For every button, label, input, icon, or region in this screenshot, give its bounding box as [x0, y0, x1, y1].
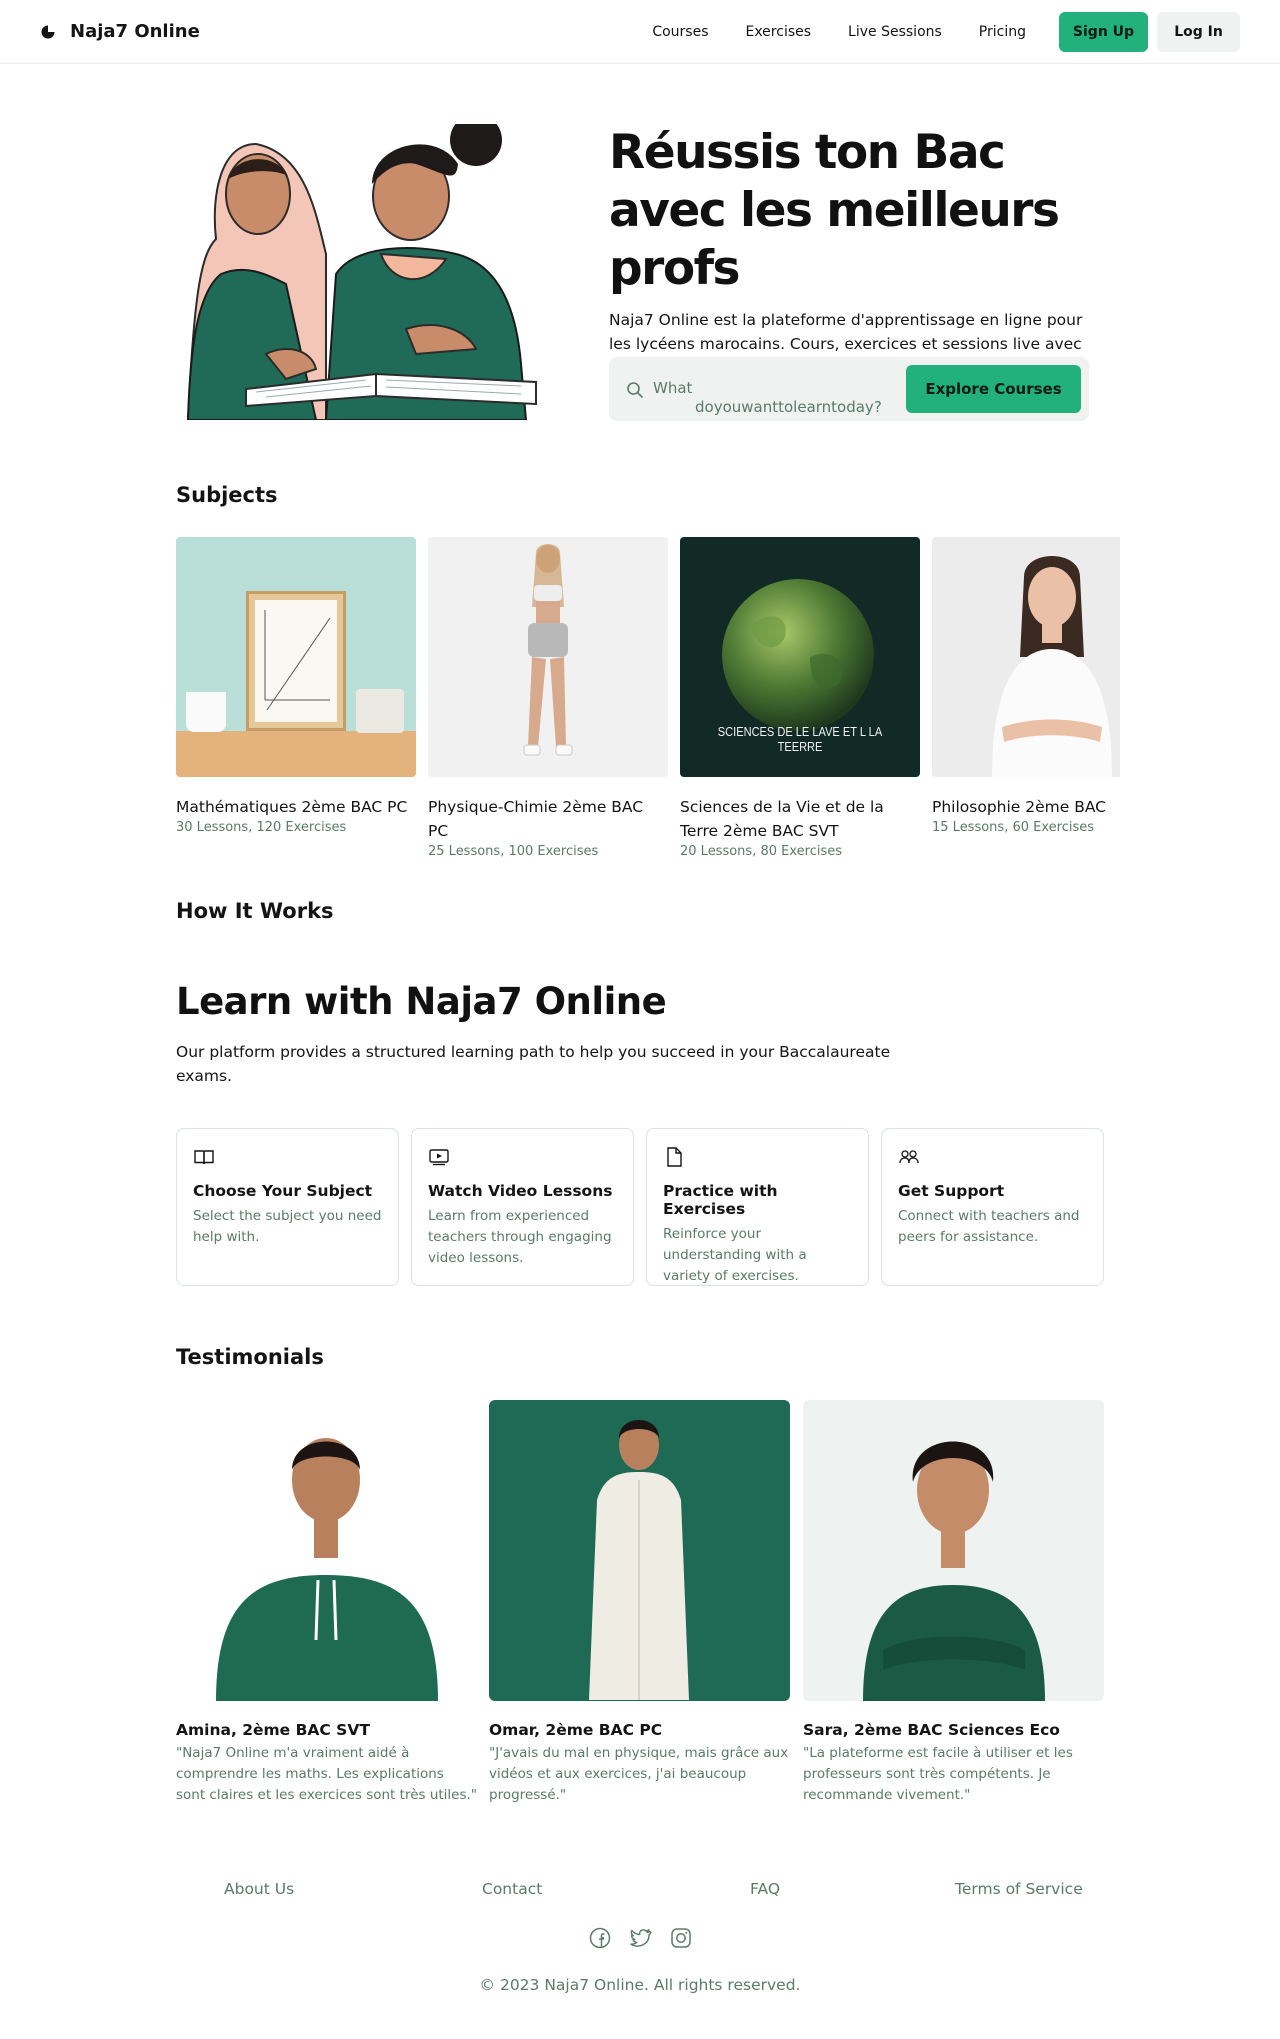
- nav-link-pricing[interactable]: Pricing: [979, 24, 1026, 40]
- subject-image-svt: SCIENCES DE LE LAVE ET L LA TEERRE: [680, 537, 920, 777]
- hero-text: Réussis ton Bac avec les meilleurs profs…: [609, 124, 1109, 380]
- subject-title: Mathématiques 2ème BAC PC: [176, 798, 408, 816]
- step-title: Watch Video Lessons: [428, 1182, 613, 1200]
- how-subtitle: Our platform provides a structured learn…: [176, 1043, 891, 1085]
- subject-image-philosophy: [932, 537, 1120, 777]
- footer-link-terms[interactable]: Terms of Service: [955, 1880, 1083, 1898]
- footer-link-faq[interactable]: FAQ: [750, 1880, 780, 1898]
- students-illustration: [186, 114, 537, 421]
- subject-meta: 25 Lessons, 100 Exercises: [428, 844, 599, 859]
- testimonial-photo: [803, 1400, 1104, 1701]
- testimonials-grid: Amina, 2ème BAC SVT "Naja7 Online m'a vr…: [176, 1400, 1106, 1820]
- search-placeholder-line1: What: [653, 379, 693, 397]
- step-card-video-lessons: Watch Video Lessons Learn from experienc…: [411, 1128, 634, 1286]
- testimonial-name: Amina, 2ème BAC SVT: [176, 1721, 370, 1739]
- top-nav: Naja7 Online Courses Exercises Live Sess…: [0, 0, 1280, 64]
- users-icon: [899, 1150, 919, 1164]
- subject-image-maths: [176, 537, 416, 777]
- brand[interactable]: Naja7 Online: [40, 21, 200, 42]
- subject-card-svt[interactable]: SCIENCES DE LE LAVE ET L LA TEERRE Scien…: [680, 537, 920, 861]
- subject-title: Sciences de la Vie et de la Terre 2ème B…: [680, 798, 884, 840]
- subject-meta: 15 Lessons, 60 Exercises: [932, 820, 1095, 835]
- hero-title: Réussis ton Bac avec les meilleurs profs: [609, 125, 1060, 296]
- subject-title: Physique-Chimie 2ème BAC PC: [428, 798, 644, 840]
- subjects-heading: Subjects: [176, 483, 278, 507]
- subject-meta: 20 Lessons, 80 Exercises: [680, 844, 843, 859]
- subject-card-physics[interactable]: Physique-Chimie 2ème BAC PC 25 Lessons, …: [428, 537, 668, 861]
- step-title: Get Support: [898, 1182, 1005, 1200]
- book-icon: [194, 1150, 214, 1165]
- signup-button[interactable]: Sign Up: [1059, 11, 1148, 52]
- nav-links: Courses Exercises Live Sessions Pricing: [652, 24, 1026, 40]
- testimonial-card-amina: Amina, 2ème BAC SVT "Naja7 Online m'a vr…: [176, 1400, 477, 1806]
- footer-link-about[interactable]: About Us: [224, 1880, 294, 1898]
- subject-title: Philosophie 2ème BAC: [932, 798, 1107, 816]
- document-icon: [667, 1147, 682, 1167]
- footer-links: About Us Contact FAQ Terms of Service: [176, 1880, 1106, 1904]
- copyright: © 2023 Naja7 Online. All rights reserved…: [479, 1976, 801, 1994]
- subjects-carousel: Mathématiques 2ème BAC PC 30 Lessons, 12…: [176, 537, 1120, 867]
- hero-search-bar: What doyouwanttolearntoday? Explore Cour…: [609, 357, 1089, 421]
- footer-link-contact[interactable]: Contact: [482, 1880, 542, 1898]
- how-title: Learn with Naja7 Online: [176, 980, 667, 1023]
- nav-link-exercises[interactable]: Exercises: [745, 24, 811, 40]
- hero-section: Réussis ton Bac avec les meilleurs profs…: [176, 114, 1109, 424]
- social-links: [588, 1926, 693, 1952]
- login-button[interactable]: Log In: [1157, 11, 1240, 52]
- subject-meta: 30 Lessons, 120 Exercises: [176, 820, 347, 835]
- step-desc: Connect with teachers and peers for assi…: [898, 1208, 1080, 1245]
- testimonials-heading: Testimonials: [176, 1345, 324, 1369]
- how-heading: How It Works: [176, 899, 334, 923]
- logo-icon: [41, 25, 55, 38]
- subject-card-maths[interactable]: Mathématiques 2ème BAC PC 30 Lessons, 12…: [176, 537, 416, 837]
- testimonial-card-omar: Omar, 2ème BAC PC "J'avais du mal en phy…: [489, 1400, 790, 1806]
- testimonial-name: Sara, 2ème BAC Sciences Eco: [803, 1721, 1060, 1739]
- hero-illustration: [176, 114, 570, 421]
- testimonial-name: Omar, 2ème BAC PC: [489, 1721, 663, 1739]
- subject-card-philosophy[interactable]: Philosophie 2ème BAC 15 Lessons, 60 Exer…: [932, 537, 1120, 837]
- step-card-support: Get Support Connect with teachers and pe…: [881, 1128, 1104, 1286]
- explore-courses-button[interactable]: Explore Courses: [906, 365, 1081, 413]
- steps-grid: Choose Your Subject Select the subject y…: [176, 1128, 1106, 1286]
- step-card-choose-subject: Choose Your Subject Select the subject y…: [176, 1128, 399, 1286]
- search-input[interactable]: What doyouwanttolearntoday?: [653, 379, 893, 417]
- brand-name: Naja7 Online: [70, 21, 200, 42]
- testimonial-quote: "J'avais du mal en physique, mais grâce …: [489, 1745, 789, 1803]
- instagram-icon[interactable]: [669, 1926, 693, 1950]
- svt-image-caption: SCIENCES DE LE LAVE ET L LA TEERRE: [717, 724, 883, 754]
- step-card-exercises: Practice with Exercises Reinforce your u…: [646, 1128, 869, 1286]
- step-title: Choose Your Subject: [193, 1182, 373, 1200]
- step-desc: Learn from experienced teachers through …: [428, 1208, 612, 1266]
- search-placeholder-line2: doyouwanttolearntoday?: [695, 398, 882, 416]
- step-desc: Reinforce your understanding with a vari…: [663, 1226, 807, 1284]
- testimonial-photo: [489, 1400, 790, 1701]
- search-icon: [627, 382, 643, 398]
- twitter-icon[interactable]: [629, 1926, 653, 1950]
- testimonial-quote: "La plateforme est facile à utiliser et …: [803, 1745, 1073, 1803]
- testimonial-photo: [176, 1400, 477, 1701]
- nav-link-live-sessions[interactable]: Live Sessions: [848, 24, 942, 40]
- facebook-icon[interactable]: [588, 1926, 612, 1950]
- testimonial-quote: "Naja7 Online m'a vraiment aidé à compre…: [176, 1745, 478, 1803]
- nav-link-courses[interactable]: Courses: [652, 24, 708, 40]
- testimonial-card-sara: Sara, 2ème BAC Sciences Eco "La platefor…: [803, 1400, 1104, 1806]
- video-icon: [429, 1149, 449, 1166]
- step-desc: Select the subject you need help with.: [193, 1208, 382, 1245]
- step-title: Practice with Exercises: [663, 1182, 778, 1218]
- subject-image-physics: [428, 537, 668, 777]
